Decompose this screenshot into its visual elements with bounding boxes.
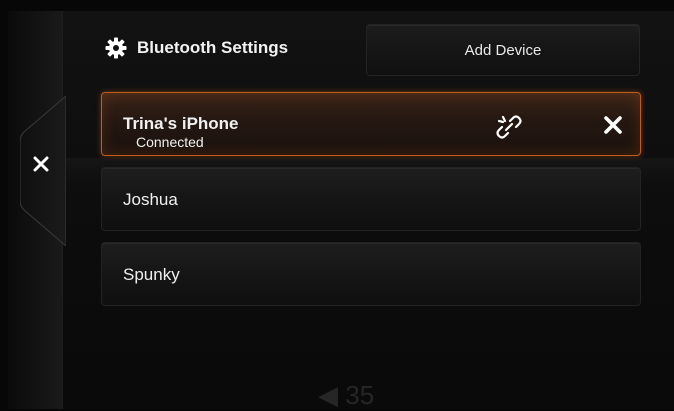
page-title: Bluetooth Settings (105, 35, 288, 61)
volume-icon: ◀ (318, 380, 338, 410)
page-title-text: Bluetooth Settings (137, 38, 289, 57)
device-item-spunky[interactable]: Spunky (101, 242, 641, 306)
device-status: Connected (136, 134, 204, 150)
side-close-tab[interactable] (20, 96, 66, 246)
add-device-button[interactable]: Add Device (366, 24, 640, 76)
close-icon[interactable] (33, 156, 55, 178)
device-name: Joshua (123, 190, 178, 209)
device-item-joshua[interactable]: Joshua (101, 167, 641, 231)
close-icon[interactable] (602, 114, 624, 136)
background-faded-value: ◀ 35 (318, 380, 374, 411)
add-device-label: Add Device (464, 41, 542, 59)
device-item-trinas-iphone[interactable]: Trina's iPhone Connected (101, 92, 641, 156)
gear-icon (105, 37, 127, 59)
faded-value-text: 35 (345, 380, 375, 410)
broken-link-icon[interactable] (494, 112, 524, 142)
device-name: Spunky (123, 265, 180, 284)
device-name: Trina's iPhone (123, 114, 239, 133)
